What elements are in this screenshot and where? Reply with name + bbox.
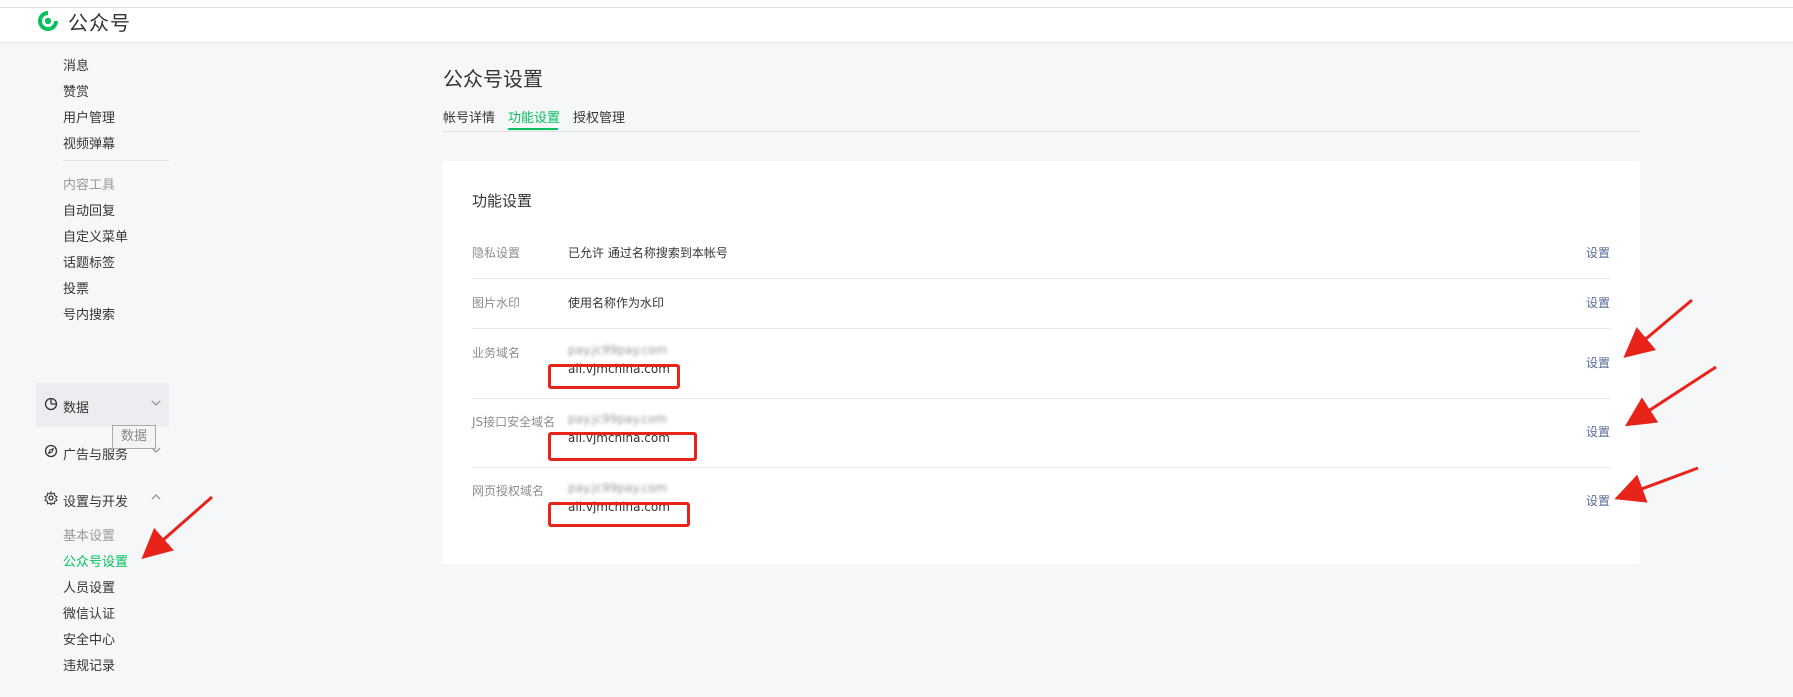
row-label: 网页授权域名: [472, 484, 545, 498]
chevron-down-icon: [151, 400, 161, 406]
sidebar-divider: [63, 160, 169, 161]
arrow-to-js-domain-settings: [1624, 365, 1717, 427]
oauth-domain-settings-link[interactable]: 设置: [1586, 492, 1610, 509]
sidebar-item-staff-settings[interactable]: 人员设置: [63, 577, 115, 596]
compass-icon: [44, 444, 58, 458]
gear-icon: [44, 491, 58, 505]
chevron-up-icon: [151, 494, 161, 500]
js-domain-settings-link[interactable]: 设置: [1586, 423, 1610, 440]
sidebar-item-in-account-search[interactable]: 号内搜索: [63, 304, 115, 323]
row-value: 已允许 通过名称搜索到本帐号: [568, 246, 728, 260]
sidebar-group-label: 数据: [63, 401, 90, 416]
row-value-blurred: pay.jc99pay.com: [568, 343, 668, 357]
sidebar-item-video-danmaku[interactable]: 视频弹幕: [63, 133, 115, 152]
row-divider: [472, 398, 1610, 399]
settings-row-watermark: 图片水印 使用名称作为水印 设置: [472, 286, 1610, 336]
sidebar-item-basic-settings[interactable]: 基本设置: [63, 525, 115, 544]
sidebar-item-violation-records[interactable]: 违规记录: [63, 655, 115, 674]
tab-authorization-management[interactable]: 授权管理: [573, 107, 625, 126]
brand-name[interactable]: 公众号: [68, 7, 131, 36]
tab-bar: 帐号详情 功能设置 授权管理: [443, 104, 1640, 132]
sidebar-item-messages[interactable]: 消息: [63, 55, 89, 74]
page-title: 公众号设置: [443, 67, 543, 91]
row-value-blurred: pay.jc99pay.com: [568, 412, 668, 426]
pie-chart-icon: [44, 397, 58, 411]
sidebar-section-content-tools: 内容工具: [63, 178, 116, 193]
row-label: 隐私设置: [472, 246, 521, 260]
top-bar: 公众号: [0, 0, 1793, 43]
row-divider: [472, 467, 1610, 468]
sidebar-item-user-management[interactable]: 用户管理: [63, 107, 115, 126]
highlight-box-js-domain: [548, 432, 697, 461]
tab-function-settings[interactable]: 功能设置: [508, 107, 560, 126]
sidebar-item-wechat-verification[interactable]: 微信认证: [63, 603, 115, 622]
active-tab-indicator: [508, 128, 558, 130]
row-value: 使用名称作为水印: [568, 296, 665, 310]
wechat-official-account-logo-icon[interactable]: [36, 9, 60, 33]
sidebar-group-data[interactable]: 数据: [36, 383, 169, 427]
sidebar-item-vote[interactable]: 投票: [63, 278, 89, 297]
sidebar-item-account-settings[interactable]: 公众号设置: [63, 551, 128, 570]
row-divider: [472, 328, 1610, 329]
highlight-box-oauth-domain: [548, 502, 690, 527]
business-domain-settings-link[interactable]: 设置: [1586, 354, 1610, 371]
highlight-box-business-domain: [548, 364, 680, 389]
tab-account-details[interactable]: 帐号详情: [443, 107, 495, 126]
row-label: 图片水印: [472, 296, 521, 310]
watermark-settings-link[interactable]: 设置: [1586, 294, 1610, 311]
top-divider: [0, 7, 1793, 8]
row-label: 业务域名: [472, 346, 521, 360]
settings-row-privacy: 隐私设置 已允许 通过名称搜索到本帐号 设置: [472, 236, 1610, 286]
sidebar: 消息 赞赏 用户管理 视频弹幕 内容工具 自动回复 自定义菜单 话题标签 投票 …: [0, 43, 190, 697]
sidebar-item-security-center[interactable]: 安全中心: [63, 629, 115, 648]
card-title: 功能设置: [472, 192, 533, 210]
tooltip-data: 数据: [112, 425, 156, 449]
row-divider: [472, 278, 1610, 279]
sidebar-item-topic-tags[interactable]: 话题标签: [63, 252, 115, 271]
row-value-blurred: pay.jc99pay.com: [568, 481, 668, 495]
sidebar-item-custom-menu[interactable]: 自定义菜单: [63, 226, 128, 245]
sidebar-item-auto-reply[interactable]: 自动回复: [63, 200, 115, 219]
sidebar-item-appreciation[interactable]: 赞赏: [63, 81, 89, 100]
sidebar-group-settings-dev[interactable]: 设置与开发: [36, 477, 169, 521]
privacy-settings-link[interactable]: 设置: [1586, 244, 1610, 261]
row-label: JS接口安全域名: [472, 415, 556, 429]
sidebar-group-label: 设置与开发: [63, 495, 129, 510]
